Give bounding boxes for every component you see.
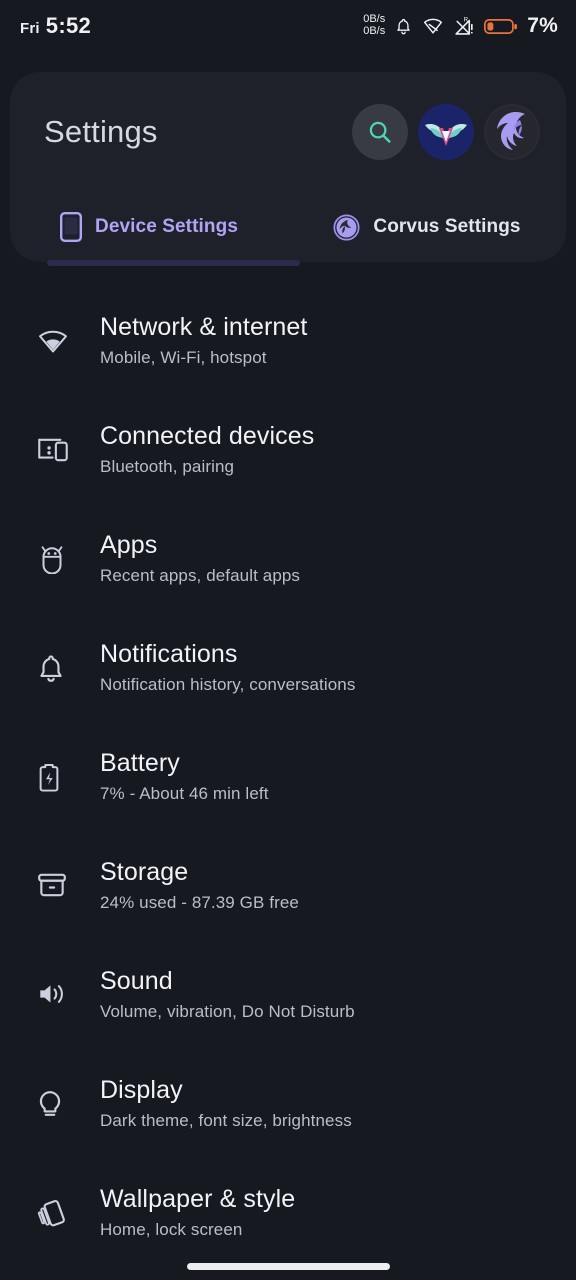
lightbulb-icon	[36, 1063, 100, 1121]
settings-tabs: Device Settings Corvus Settings	[10, 192, 566, 266]
settings-item-text: Notifications Notification history, conv…	[100, 627, 355, 695]
settings-item-title: Notifications	[100, 640, 238, 668]
notification-bell-icon	[397, 18, 410, 34]
settings-item-text: Connected devices Bluetooth, pairing	[100, 409, 314, 477]
settings-item-title: Apps	[100, 531, 158, 559]
tab-corvus-settings-label: Corvus Settings	[373, 216, 521, 237]
status-bar-icons: 0B/s 0B/s R 7%	[363, 13, 558, 38]
phone-icon	[60, 212, 82, 242]
settings-item-subtitle: Dark theme, font size, brightness	[100, 1111, 352, 1131]
settings-item-subtitle: Bluetooth, pairing	[100, 457, 235, 477]
settings-item-apps[interactable]: Apps Recent apps, default apps	[0, 518, 576, 627]
settings-header-card: Settings Device Settings Corvus Settings	[10, 72, 566, 266]
settings-screen: Fri 5:52 0B/s 0B/s R 7% Settings Device …	[0, 0, 576, 1280]
battery-percentage: 7%	[527, 14, 558, 37]
account-avatar-button[interactable]	[418, 104, 474, 160]
settings-item-text: Apps Recent apps, default apps	[100, 518, 300, 586]
settings-item-title: Network & internet	[100, 313, 308, 341]
wifi-icon	[36, 300, 100, 356]
settings-item-sound[interactable]: Sound Volume, vibration, Do Not Disturb	[0, 954, 576, 1063]
header-top-row: Settings	[10, 72, 566, 192]
status-bar-clock: Fri 5:52	[20, 13, 91, 39]
active-tab-indicator	[47, 260, 300, 266]
battery-low-icon	[484, 18, 518, 34]
corvus-bird-logo-icon	[486, 106, 538, 158]
network-speed-down: 0B/s	[363, 25, 386, 37]
settings-item-title: Connected devices	[100, 422, 315, 450]
settings-item-title: Battery	[100, 749, 180, 777]
android-apps-icon	[36, 518, 100, 574]
settings-item-text: Display Dark theme, font size, brightnes…	[100, 1063, 352, 1131]
settings-item-text: Sound Volume, vibration, Do Not Disturb	[100, 954, 355, 1022]
settings-item-display[interactable]: Display Dark theme, font size, brightnes…	[0, 1063, 576, 1172]
status-bar: Fri 5:52 0B/s 0B/s R 7%	[0, 0, 576, 52]
svg-text:R: R	[464, 16, 469, 23]
status-bar-time: 5:52	[45, 13, 92, 38]
settings-item-storage[interactable]: Storage 24% used - 87.39 GB free	[0, 845, 576, 954]
search-icon	[369, 121, 391, 143]
settings-item-subtitle: Recent apps, default apps	[100, 566, 301, 586]
settings-item-subtitle: Notification history, conversations	[100, 675, 356, 695]
tab-device-settings-label: Device Settings	[95, 216, 238, 237]
settings-item-title: Sound	[100, 967, 173, 995]
home-gesture-bar[interactable]	[187, 1263, 390, 1270]
settings-item-subtitle: Volume, vibration, Do Not Disturb	[100, 1002, 355, 1022]
settings-item-subtitle: 7% - About 46 min left	[100, 784, 269, 804]
header-actions	[352, 104, 540, 160]
vayu-wing-logo-icon	[418, 104, 474, 160]
settings-item-battery[interactable]: Battery 7% - About 46 min left	[0, 736, 576, 845]
storage-icon	[36, 845, 100, 899]
settings-item-subtitle: Mobile, Wi-Fi, hotspot	[100, 348, 267, 368]
connected-devices-icon	[36, 409, 100, 465]
settings-list: Network & internet Mobile, Wi-Fi, hotspo…	[0, 300, 576, 1280]
settings-item-subtitle: 24% used - 87.39 GB free	[100, 893, 299, 913]
tab-device-settings[interactable]: Device Settings	[10, 192, 300, 266]
search-button[interactable]	[352, 104, 408, 160]
settings-item-title: Display	[100, 1076, 183, 1104]
settings-item-subtitle: Home, lock screen	[100, 1220, 243, 1240]
settings-item-title: Wallpaper & style	[100, 1185, 296, 1213]
bell-icon	[36, 627, 100, 685]
wallpaper-icon	[36, 1172, 100, 1230]
settings-item-text: Storage 24% used - 87.39 GB free	[100, 845, 299, 913]
tab-corvus-settings[interactable]: Corvus Settings	[288, 192, 566, 262]
settings-item-text: Network & internet Mobile, Wi-Fi, hotspo…	[100, 300, 307, 368]
corvus-bird-icon	[333, 213, 360, 241]
battery-icon	[36, 736, 100, 794]
settings-item-notifications[interactable]: Notifications Notification history, conv…	[0, 627, 576, 736]
network-speed-indicator: 0B/s 0B/s	[363, 13, 386, 38]
settings-item-network[interactable]: Network & internet Mobile, Wi-Fi, hotspo…	[0, 300, 576, 409]
wifi-off-icon	[424, 18, 443, 34]
page-title: Settings	[44, 114, 158, 149]
settings-item-connected-devices[interactable]: Connected devices Bluetooth, pairing	[0, 409, 576, 518]
settings-item-text: Wallpaper & style Home, lock screen	[100, 1172, 295, 1240]
settings-item-title: Storage	[100, 858, 189, 886]
corvus-logo-button[interactable]	[484, 104, 540, 160]
cellular-signal-roaming-icon: R	[455, 16, 473, 35]
status-bar-day: Fri	[20, 20, 40, 37]
settings-item-text: Battery 7% - About 46 min left	[100, 736, 269, 804]
volume-icon	[36, 954, 100, 1008]
